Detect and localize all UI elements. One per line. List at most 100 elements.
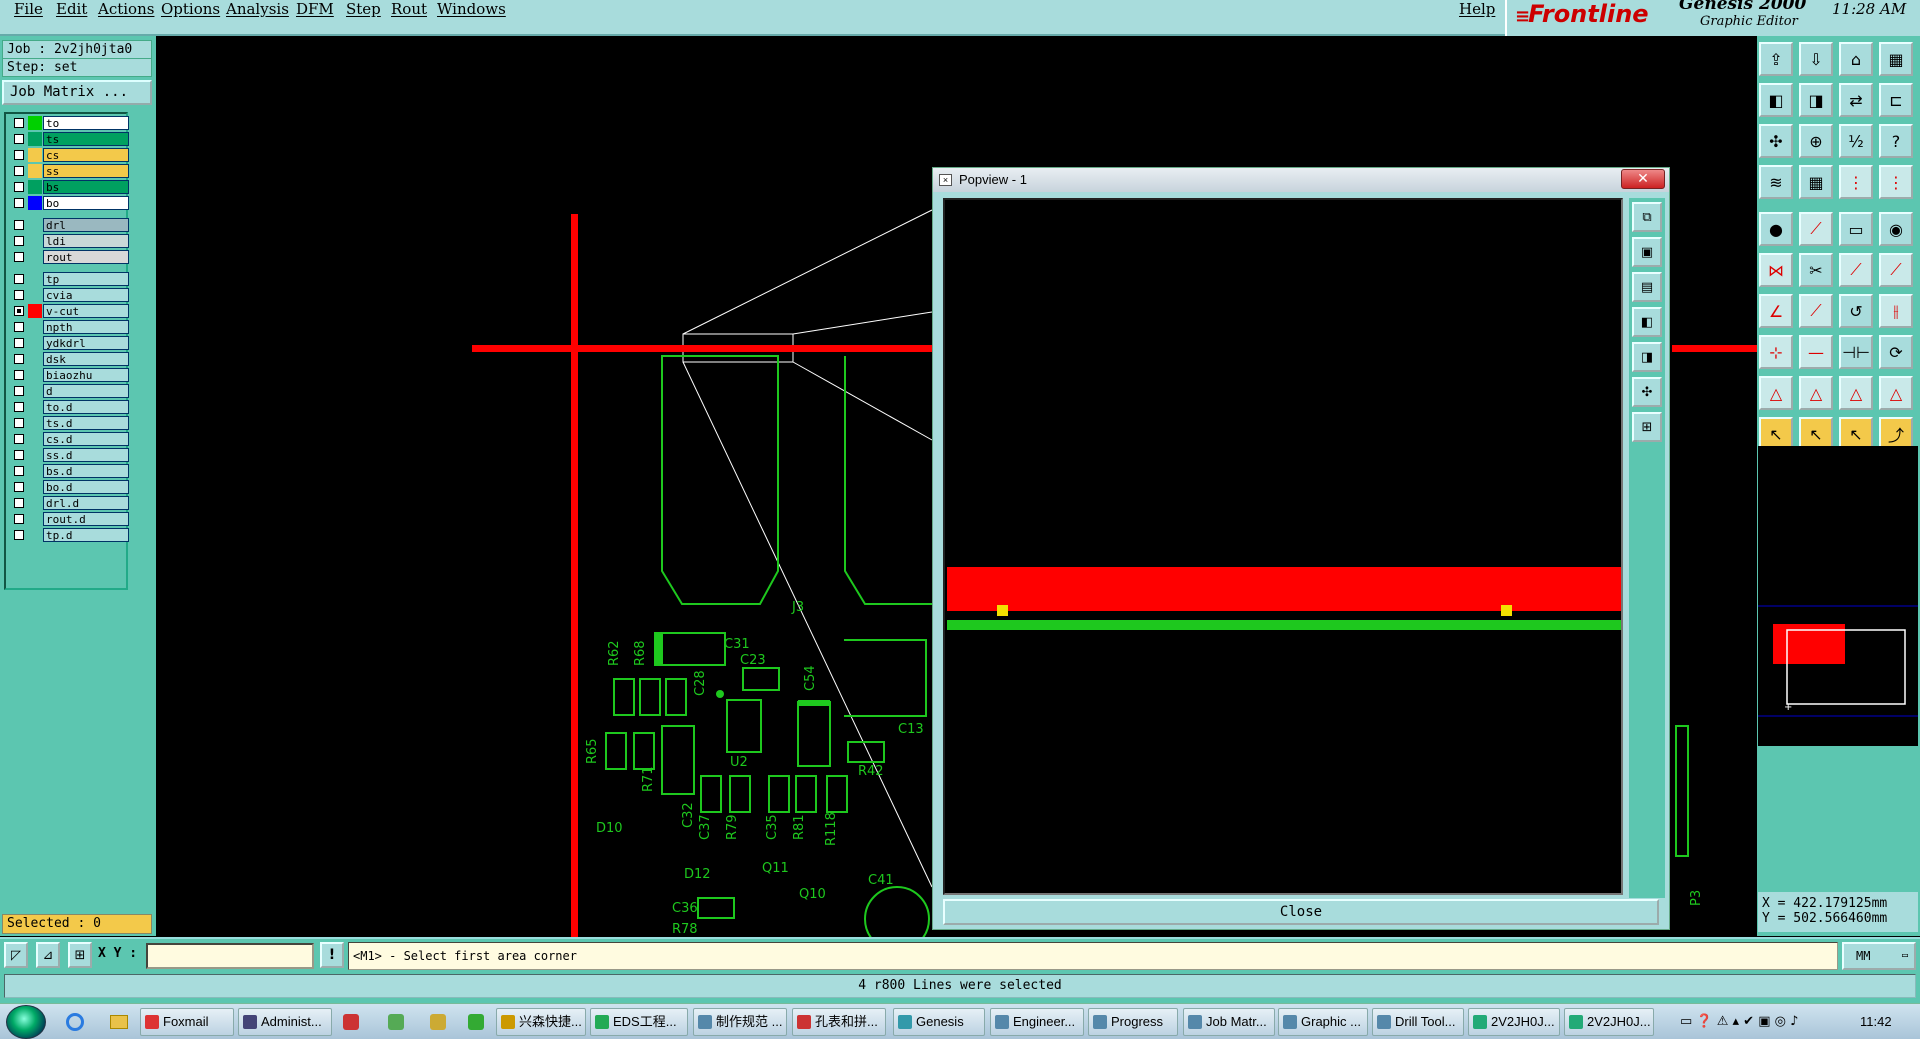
quicklaunch-icon[interactable] [343, 1014, 359, 1030]
taskbar-button[interactable]: 孔表和拼... [792, 1008, 886, 1036]
layer-color-swatch[interactable] [28, 250, 42, 264]
slope-icon[interactable]: ⟋ [1799, 294, 1833, 328]
dim-icon[interactable]: ⊣⊢ [1839, 335, 1873, 369]
layer-checkbox[interactable] [14, 198, 24, 208]
layer-row-to.d[interactable]: to.d [8, 400, 129, 414]
layer-name[interactable]: drl.d [43, 496, 129, 510]
layer-color-swatch[interactable] [28, 400, 42, 414]
import-icon[interactable]: ⇪ [1759, 42, 1793, 76]
layer-name[interactable]: bo [43, 196, 129, 210]
connect-icon[interactable]: ⋈ [1759, 253, 1793, 287]
folder-icon[interactable] [110, 1015, 128, 1029]
line-tool-icon[interactable]: ⟋ [1799, 212, 1833, 246]
layer-name[interactable]: ts.d [43, 416, 129, 430]
start-button[interactable] [6, 1005, 46, 1039]
layer-name[interactable]: bs [43, 180, 129, 194]
layer-name[interactable]: bo.d [43, 480, 129, 494]
close-button[interactable]: Close [943, 899, 1659, 925]
popview-titlebar[interactable]: × Popview - 1 [933, 168, 1669, 192]
ie-icon[interactable] [66, 1013, 84, 1031]
pan-left-icon[interactable]: ◧ [1632, 307, 1662, 337]
quicklaunch-icon[interactable] [468, 1014, 484, 1030]
layer-row-bs[interactable]: bs [8, 180, 129, 194]
snap-pad-icon[interactable]: ⋮ [1839, 165, 1873, 199]
rotate-icon[interactable]: ⟳ [1879, 335, 1913, 369]
layer-checkbox[interactable] [14, 220, 24, 230]
layer-checkbox[interactable] [14, 498, 24, 508]
pan-right-icon[interactable]: ◨ [1632, 342, 1662, 372]
layer-name[interactable]: cvia [43, 288, 129, 302]
layer-checkbox[interactable] [14, 466, 24, 476]
layer-checkbox[interactable] [14, 514, 24, 524]
tri3-icon[interactable]: △ [1839, 376, 1873, 410]
snap-icon[interactable]: ◸ [4, 942, 28, 968]
layer-color-swatch[interactable] [28, 448, 42, 462]
layer-checkbox[interactable] [14, 434, 24, 444]
taskbar-button[interactable]: Genesis [893, 1008, 985, 1036]
layer-checkbox[interactable] [14, 482, 24, 492]
menu-analysis[interactable]: Analysis [226, 0, 289, 18]
layer-checkbox[interactable] [14, 338, 24, 348]
layer-row-cs[interactable]: cs [8, 148, 129, 162]
layer-row-ss.d[interactable]: ss.d [8, 448, 129, 462]
angle-icon[interactable]: ∠ [1759, 294, 1793, 328]
grid-view-icon[interactable]: ▦ [1799, 165, 1833, 199]
taskbar-button[interactable]: 制作规范 ... [693, 1008, 787, 1036]
layer-checkbox[interactable] [14, 150, 24, 160]
layer-color-swatch[interactable] [28, 234, 42, 248]
arc-icon[interactable]: ↺ [1839, 294, 1873, 328]
snap-line-icon[interactable]: ⋮ [1879, 165, 1913, 199]
layer-row-rout.d[interactable]: rout.d [8, 512, 129, 526]
help-icon[interactable]: ? [1879, 124, 1913, 158]
layer-color-swatch[interactable] [28, 320, 42, 334]
taskbar-button[interactable]: Job Matr... [1183, 1008, 1275, 1036]
layer-checkbox[interactable] [14, 306, 24, 316]
layer-color-swatch[interactable] [28, 512, 42, 526]
job-matrix-button[interactable]: Job Matrix ... [2, 80, 152, 105]
scale-icon[interactable]: ½ [1839, 124, 1873, 158]
taskbar-button[interactable]: Foxmail [140, 1008, 234, 1036]
layer-checkbox[interactable] [14, 166, 24, 176]
layer-color-swatch[interactable] [28, 336, 42, 350]
layer-color-swatch[interactable] [28, 132, 42, 146]
layer-row-ydkdrl[interactable]: ydkdrl [8, 336, 129, 350]
cut-icon[interactable]: ✂ [1799, 253, 1833, 287]
menu-rout[interactable]: Rout [391, 0, 427, 18]
layer-color-swatch[interactable] [28, 304, 42, 318]
layer-color-swatch[interactable] [28, 496, 42, 510]
zoom-window-icon[interactable]: ⧉ [1632, 202, 1662, 232]
layer-row-bs.d[interactable]: bs.d [8, 464, 129, 478]
minimap[interactable]: + [1758, 446, 1918, 746]
zoom-center-icon[interactable]: ⊕ [1799, 124, 1833, 158]
layer-checkbox[interactable] [14, 386, 24, 396]
circle-tool-icon[interactable]: ◉ [1879, 212, 1913, 246]
tri1-icon[interactable]: △ [1759, 376, 1793, 410]
layer-row-drl[interactable]: drl [8, 218, 129, 232]
taskbar-button[interactable]: Engineer... [990, 1008, 1084, 1036]
layer-name[interactable]: to.d [43, 400, 129, 414]
layer-checkbox[interactable] [14, 236, 24, 246]
layer-color-swatch[interactable] [28, 416, 42, 430]
layer-row-ss[interactable]: ss [8, 164, 129, 178]
units-selector[interactable]: MM ▭ [1842, 942, 1916, 970]
info-icon[interactable]: ! [320, 942, 344, 968]
pad-tool-icon[interactable]: ● [1759, 212, 1793, 246]
layer-row-ts.d[interactable]: ts.d [8, 416, 129, 430]
quicklaunch-icon[interactable] [430, 1014, 446, 1030]
zoom-in-icon[interactable]: ▣ [1632, 237, 1662, 267]
layer-name[interactable]: drl [43, 218, 129, 232]
parallel-icon[interactable]: ⫲ [1879, 294, 1913, 328]
layer-name[interactable]: d [43, 384, 129, 398]
grid-icon[interactable]: ⊞ [68, 942, 92, 968]
layer-color-swatch[interactable] [28, 384, 42, 398]
layer-color-swatch[interactable] [28, 148, 42, 162]
popview-canvas[interactable] [943, 198, 1623, 895]
layer-checkbox[interactable] [14, 370, 24, 380]
measure-tool-icon[interactable]: ▭ [1839, 212, 1873, 246]
layer-row-biaozhu[interactable]: biaozhu [8, 368, 129, 382]
layer-color-swatch[interactable] [28, 180, 42, 194]
layer-color-swatch[interactable] [28, 464, 42, 478]
layer-name[interactable]: npth [43, 320, 129, 334]
layer-color-swatch[interactable] [28, 432, 42, 446]
layer-color-swatch[interactable] [28, 218, 42, 232]
